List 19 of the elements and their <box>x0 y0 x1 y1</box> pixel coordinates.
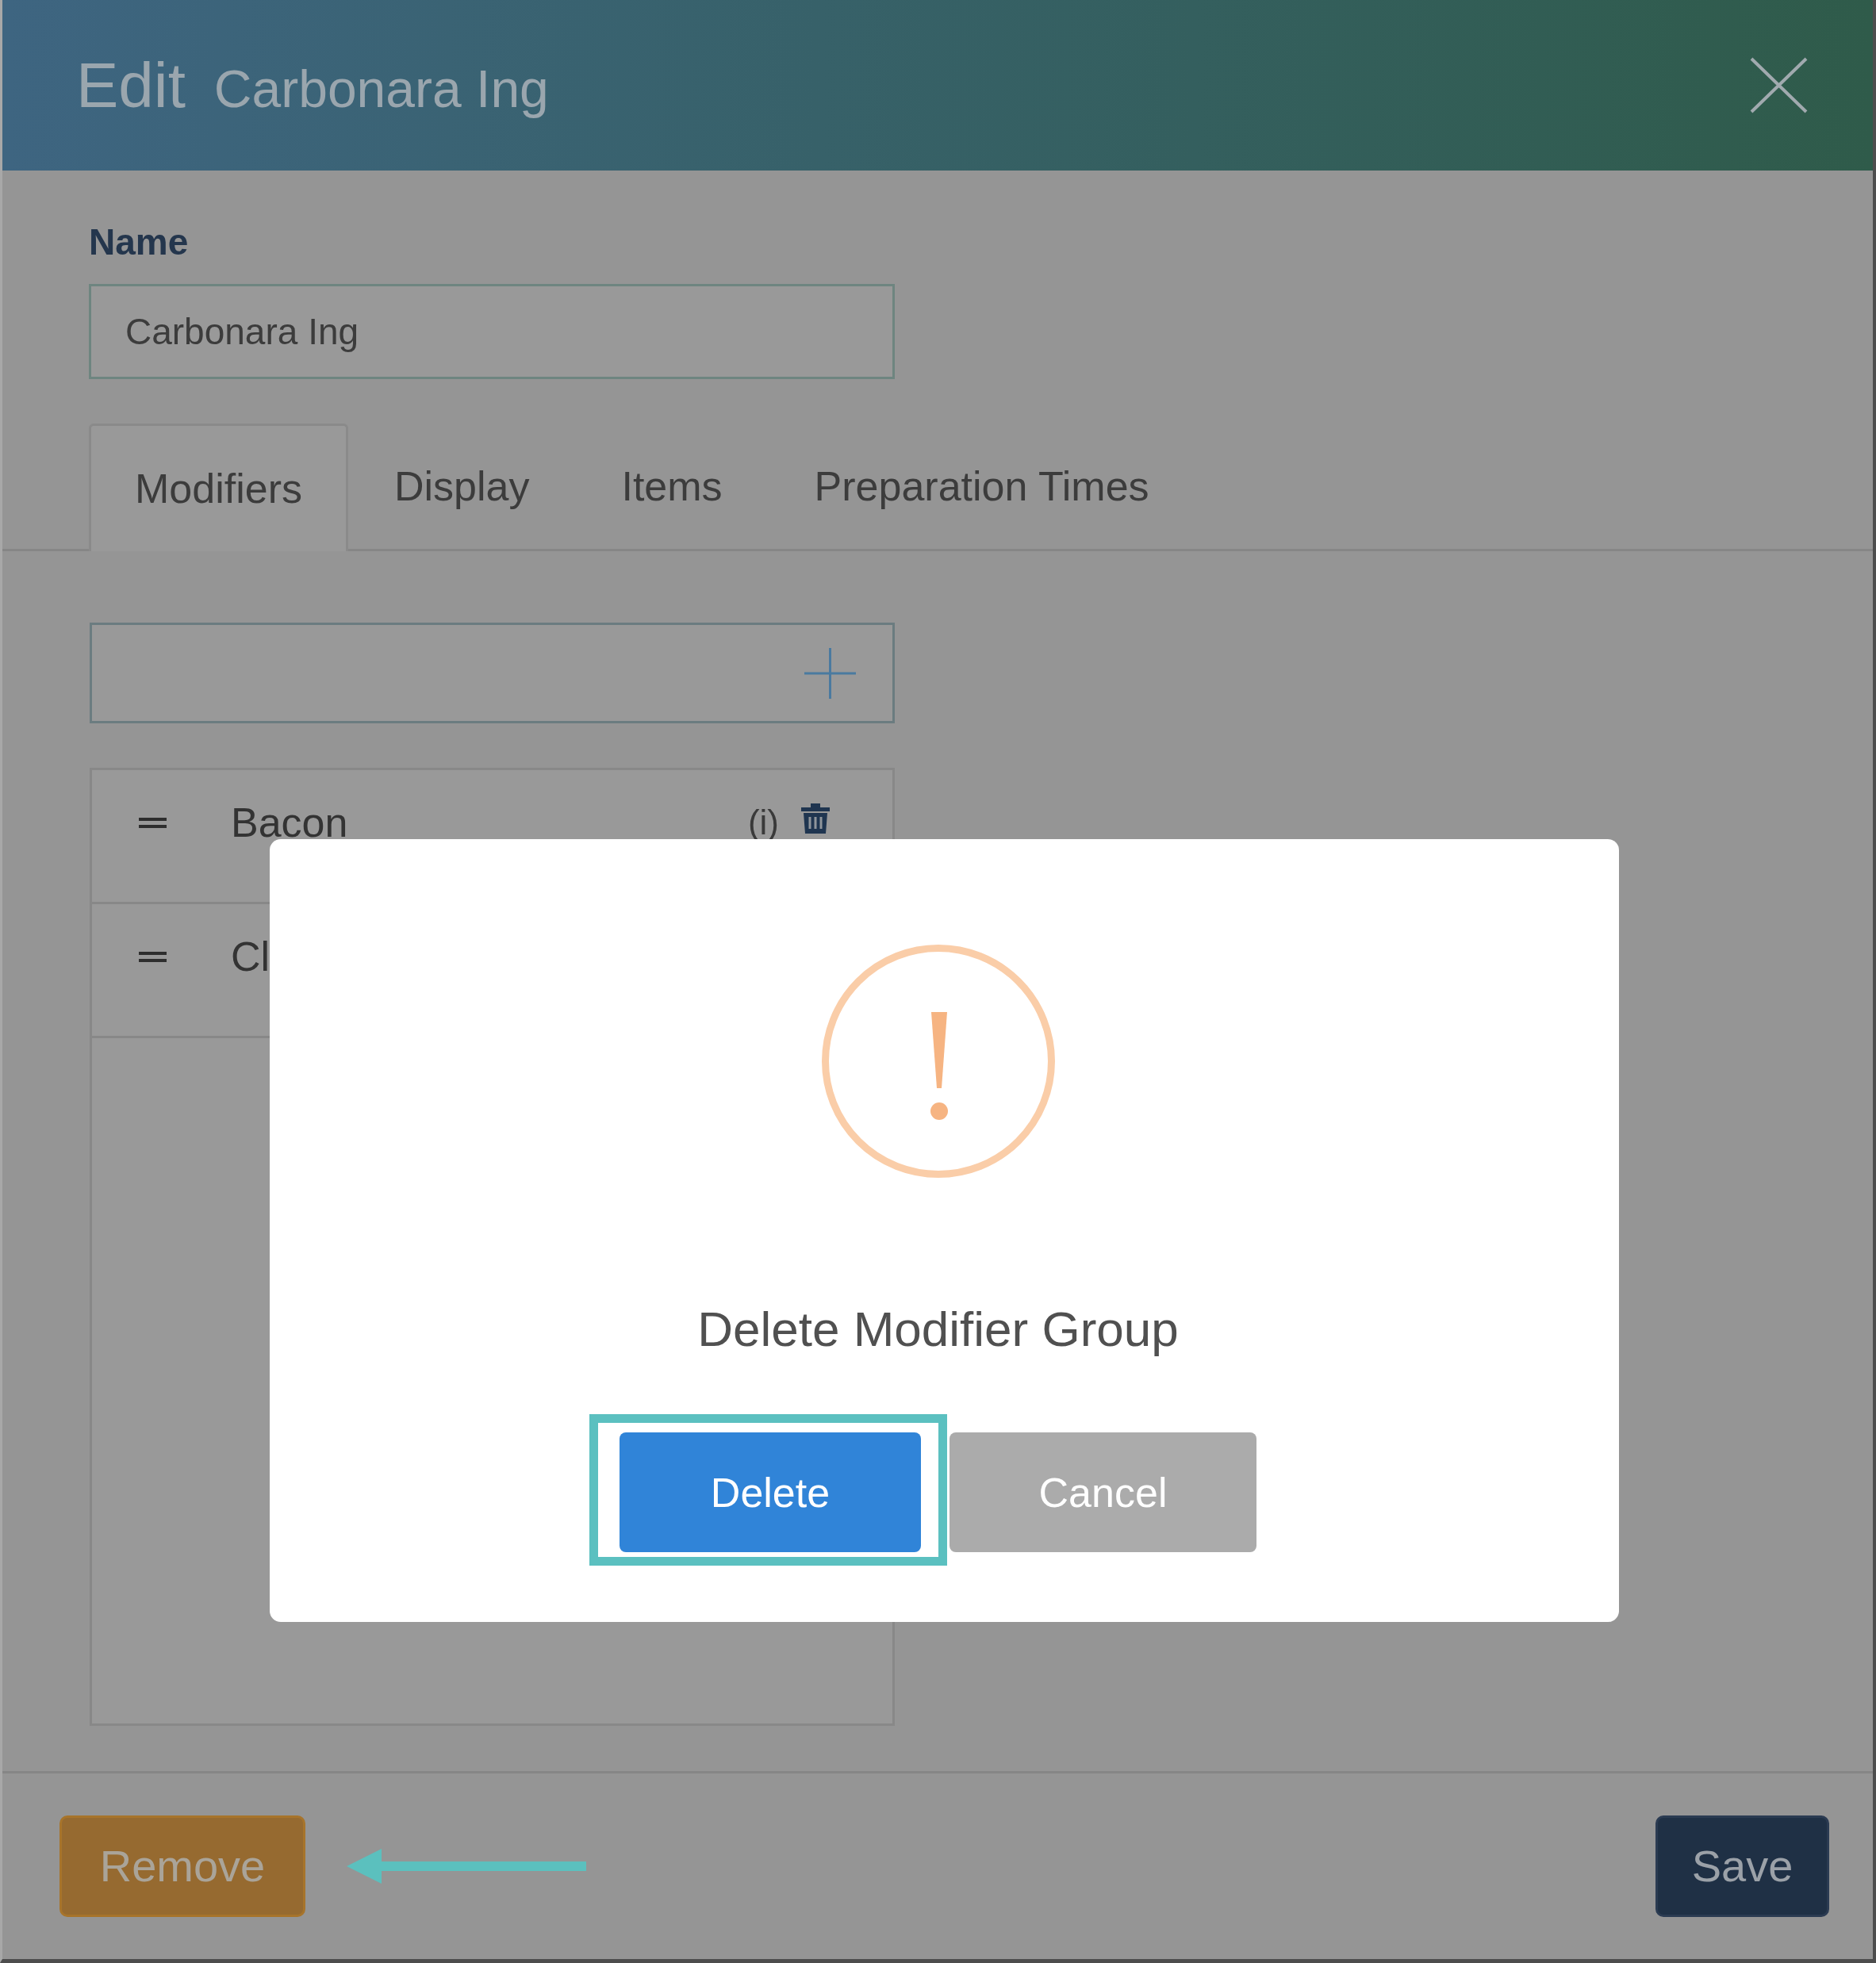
cancel-button[interactable]: Cancel <box>950 1432 1256 1552</box>
tab[interactable]: Display <box>347 424 576 549</box>
name-input[interactable]: Carbonara Ing <box>89 284 895 379</box>
trash-icon[interactable] <box>801 803 830 834</box>
tab[interactable]: Items <box>575 424 769 549</box>
header-title: Edit <box>76 53 186 117</box>
tab[interactable]: Preparation Times <box>768 424 1195 549</box>
close-button[interactable] <box>1750 57 1808 113</box>
save-button[interactable]: Save <box>1655 1815 1829 1917</box>
drag-handle-icon[interactable] <box>139 818 167 828</box>
drag-handle-icon[interactable] <box>139 952 167 962</box>
modifier-name: Bacon <box>231 802 348 843</box>
delete-button[interactable]: Delete <box>620 1432 921 1552</box>
warning-icon <box>821 945 1055 1178</box>
add-modifier-field[interactable] <box>90 623 895 723</box>
close-icon <box>1750 57 1808 113</box>
tab[interactable]: Modifiers <box>89 424 348 551</box>
modifier-name: Cl <box>231 936 270 977</box>
name-label: Name <box>89 224 189 260</box>
